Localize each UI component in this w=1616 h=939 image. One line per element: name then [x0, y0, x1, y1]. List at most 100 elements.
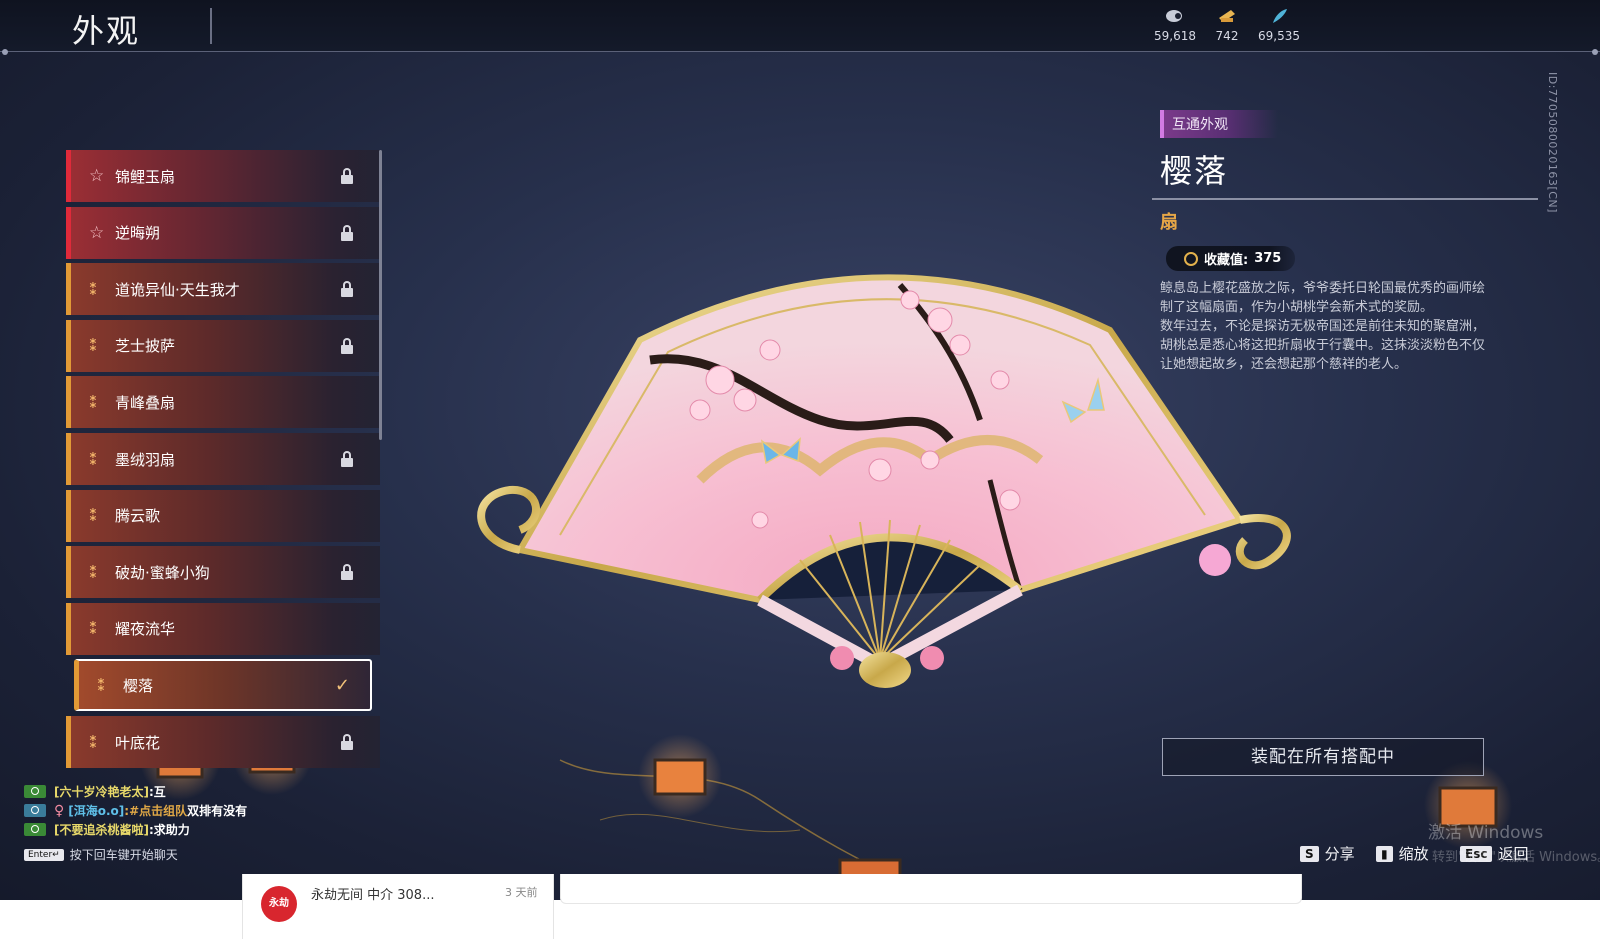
- title-divider: [210, 8, 212, 44]
- skin-list-item-label: 樱落: [123, 676, 154, 695]
- share-hotkey[interactable]: S 分享: [1300, 843, 1355, 864]
- jade-currency-value: 59,618: [1154, 29, 1196, 43]
- chat-channel-icon: [24, 785, 46, 798]
- skin-list-item[interactable]: ⁑ 叶底花: [66, 716, 380, 768]
- cross-platform-tag: 互通外观: [1160, 110, 1278, 138]
- skin-list-scrollbar[interactable]: [379, 150, 382, 440]
- tier-rank-icon: ⁑: [89, 449, 98, 469]
- chat-input-hint[interactable]: Enter↵ 按下回车键开始聊天: [24, 846, 178, 863]
- skin-list-item[interactable]: ☆ 锦鲤玉扇: [66, 150, 380, 202]
- checkmark-icon: ✓: [334, 674, 350, 696]
- skin-list-item[interactable]: ☆ 逆晦朔: [66, 206, 380, 259]
- lock-icon: [340, 168, 354, 184]
- currency-feather: 69,535: [1249, 8, 1309, 43]
- notification-card[interactable]: 永劫 永劫无间 中介 308... 3 天前: [242, 874, 554, 939]
- collection-value: 375: [1254, 251, 1282, 266]
- chat-text: :互: [148, 785, 166, 799]
- windows-activation-subtext: 转到"设置"以激活 Windows。: [1432, 850, 1600, 865]
- content-pane: [560, 874, 1302, 904]
- page-title: 外观: [72, 12, 141, 50]
- lock-icon: [340, 281, 354, 298]
- skin-list-item-label: 腾云歌: [115, 507, 161, 526]
- skin-list-item-label: 青峰叠扇: [115, 393, 176, 412]
- tier-rank-icon: ⁑: [97, 675, 106, 695]
- skin-list-item-label: 墨绒羽扇: [115, 450, 176, 469]
- ticket-currency-value: 742: [1215, 29, 1239, 43]
- topbar-ornament-right: [1592, 49, 1598, 55]
- collection-label: 收藏值:: [1204, 253, 1249, 268]
- chat-sender[interactable]: [六十岁冷艳老太]: [54, 783, 149, 800]
- notification-time: 3 天前: [505, 886, 538, 899]
- tier-rank-icon: ⁑: [89, 619, 98, 639]
- top-bar: 外观 59,618 742 69,535: [0, 0, 1600, 52]
- tier-rank-icon: ⁑: [89, 732, 98, 752]
- star-rank-icon: ☆: [89, 166, 105, 186]
- zoom-hotkey[interactable]: ▮ 缩放: [1376, 843, 1429, 864]
- tier-rank-icon: ⁑: [89, 279, 98, 299]
- skin-list-item-label: 耀夜流华: [115, 620, 176, 639]
- screen: 外观 59,618 742 69,535 ☆ 锦鲤玉扇 ☆ 逆晦朔 ⁑ 道诡异仙…: [0, 0, 1616, 939]
- skin-list-item-label: 芝士披萨: [115, 337, 176, 356]
- avatar: 永劫: [261, 886, 297, 922]
- chat-message: ♀ [洱海o.o] :#点击组队 双排有没有: [24, 801, 404, 820]
- share-label: 分享: [1324, 845, 1355, 863]
- skin-description: 鲸息岛上樱花盛放之际，爷爷委托日轮国最优秀的画师绘制了这幅扇面，作为小胡桃学会新…: [1160, 281, 1486, 372]
- s-key-icon: S: [1300, 845, 1319, 862]
- name-divider: [1152, 198, 1538, 200]
- collection-icon: [1184, 251, 1198, 266]
- game-window: 外观 59,618 742 69,535 ☆ 锦鲤玉扇 ☆ 逆晦朔 ⁑ 道诡异仙…: [0, 0, 1600, 900]
- chat-hint-text: 按下回车键开始聊天: [69, 848, 178, 862]
- lock-icon: [340, 451, 354, 467]
- lock-icon: [340, 564, 354, 581]
- collection-value-badge: 收藏值: 375: [1166, 246, 1296, 271]
- skin-list-item-label: 破劫·蜜蜂小狗: [115, 563, 210, 582]
- chat-sender[interactable]: [不要追杀桃酱啦]: [54, 821, 149, 838]
- zoom-label: 缩放: [1398, 845, 1429, 863]
- skin-type: 扇: [1160, 212, 1178, 233]
- female-icon: ♀: [54, 802, 65, 819]
- skin-list-item[interactable]: ⁑ 芝士披萨: [66, 319, 380, 372]
- tier-rank-icon: ⁑: [89, 506, 98, 526]
- chat-channel-icon: [24, 804, 46, 817]
- lock-icon: [340, 224, 354, 241]
- skin-list-item[interactable]: ⁑ 破劫·蜜蜂小狗: [66, 546, 380, 599]
- skin-list-item[interactable]: ⁑ 耀夜流华: [66, 602, 380, 655]
- feather-currency-value: 69,535: [1258, 29, 1300, 43]
- skin-list-item-label: 锦鲤玉扇: [115, 167, 176, 186]
- currency-jade: 59,618: [1145, 8, 1205, 43]
- skin-list-item[interactable]: ⁑ 樱落 ✓: [74, 659, 372, 712]
- skin-list-item-label: 逆晦朔: [115, 224, 161, 243]
- tier-rank-icon: ⁑: [89, 392, 98, 412]
- chat-channel-icon: [24, 823, 46, 836]
- skin-list-item[interactable]: ⁑ 墨绒羽扇: [66, 433, 380, 485]
- team-invite-link[interactable]: :#点击组队: [124, 802, 187, 819]
- chat-text: 双排有没有: [187, 804, 248, 818]
- chat-message: [不要追杀桃酱啦] :求助力: [24, 820, 404, 839]
- skin-list-item-label: 道诡异仙·天生我才: [115, 280, 240, 299]
- feather-currency-icon: [1273, 9, 1287, 23]
- tier-rank-icon: ⁑: [89, 562, 98, 582]
- enter-key-icon: Enter↵: [24, 848, 64, 861]
- skin-list-item[interactable]: ⁑ 道诡异仙·天生我才: [66, 263, 380, 316]
- equip-all-outfits-button[interactable]: 装配在所有搭配中: [1162, 738, 1484, 776]
- windows-activation-watermark: 激活 Windows: [1428, 823, 1544, 843]
- lock-icon: [340, 734, 354, 750]
- skin-list-item-label: 叶底花: [115, 733, 161, 752]
- skin-name: 樱落: [1160, 152, 1229, 190]
- chat-message: [六十岁冷艳老太] :互: [24, 782, 404, 801]
- lock-icon: [340, 337, 354, 354]
- mouse-icon: ▮: [1376, 845, 1393, 862]
- tier-rank-icon: ⁑: [89, 336, 98, 356]
- skin-list[interactable]: ☆ 锦鲤玉扇 ☆ 逆晦朔 ⁑ 道诡异仙·天生我才 ⁑ 芝士披萨 ⁑ 青峰叠扇 ⁑ 墨绒羽扇 ⁑ 腾云歌 ⁑ 破…: [66, 150, 384, 800]
- star-rank-icon: ☆: [89, 222, 105, 243]
- jade-currency-icon: [1166, 10, 1182, 22]
- notification-text: 永劫无间 中介 308...: [311, 888, 435, 903]
- skin-list-item[interactable]: ⁑ 腾云歌: [66, 489, 380, 542]
- skin-detail-panel: 互通外观 樱落 扇 收藏值: 375 鲸息岛上樱花盛放之际，爷爷委托日轮国最优秀…: [1152, 110, 1600, 374]
- chat-text: :求助力: [148, 823, 190, 837]
- currency-ticket: 742: [1197, 8, 1257, 43]
- topbar-ornament-left: [2, 49, 8, 55]
- skin-list-item[interactable]: ⁑ 青峰叠扇: [66, 376, 380, 429]
- chat-sender[interactable]: [洱海o.o]: [68, 802, 124, 819]
- item-id: ID:7705080020163[CN]: [1546, 72, 1559, 213]
